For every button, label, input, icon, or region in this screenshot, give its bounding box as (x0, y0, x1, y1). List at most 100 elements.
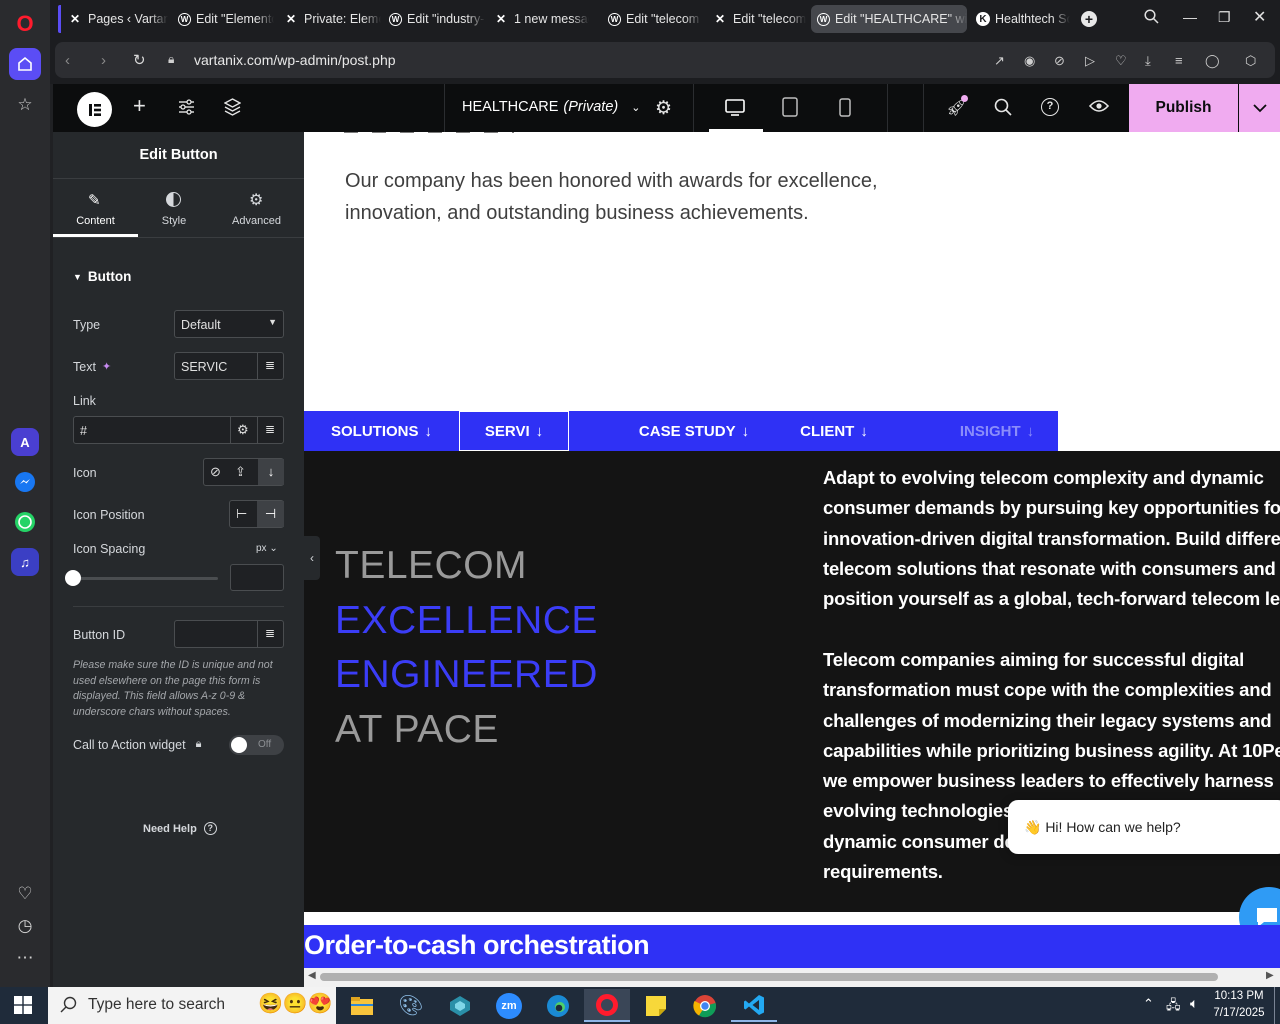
desktop-view-icon[interactable] (725, 99, 745, 121)
page-title-dropdown[interactable]: HEALTHCARE (Private) ⌄ (462, 99, 640, 117)
show-desktop-button[interactable] (1274, 987, 1275, 1024)
browser-tab[interactable]: K Healthtech So (970, 5, 1070, 33)
clock[interactable]: 10:13 PM 7/17/2025 (1208, 988, 1270, 1022)
sticky-notes-icon[interactable] (633, 989, 679, 1022)
download-icon[interactable]: ⤓ (1145, 53, 1151, 69)
browser-tab[interactable]: W Edit "Elementor (172, 5, 274, 33)
close-window-icon[interactable]: ✕ (1253, 7, 1266, 27)
browser-tab[interactable]: W Edit "telecom (602, 5, 702, 33)
ai-sparkle-icon[interactable]: ✦ (102, 360, 111, 374)
help-icon[interactable]: ? (1041, 98, 1059, 116)
new-tab-button[interactable]: + (1081, 11, 1097, 27)
whatsapp-icon[interactable] (11, 508, 39, 536)
heart-icon[interactable]: ♡ (9, 878, 41, 910)
easy-setup-icon[interactable]: ≡ (1175, 53, 1183, 68)
link-input[interactable]: # ⚙︎ ≣ (73, 416, 284, 444)
browser-tab[interactable]: ✕ 1 new messag (487, 5, 589, 33)
nav-button-services-selected[interactable]: SERVI ↓ (459, 411, 569, 451)
reload-icon[interactable]: ↻ (133, 51, 146, 69)
forward-icon[interactable]: › (101, 52, 106, 69)
nav-button-case-study[interactable]: CASE STUDY ↓ (634, 411, 754, 451)
file-explorer-icon[interactable] (339, 989, 385, 1022)
unit-selector[interactable]: px ⌄ (256, 543, 278, 554)
edge-browser-icon[interactable] (535, 989, 581, 1022)
back-icon[interactable]: ‹ (65, 52, 70, 69)
search-tabs-icon[interactable] (1144, 9, 1159, 27)
browser-tab[interactable]: ✕ Edit "telecom (706, 5, 806, 33)
nav-button-client[interactable]: CLIENT ↓ (794, 411, 874, 451)
tab-advanced[interactable]: ⚙︎ Advanced (213, 180, 300, 237)
elementor-logo-icon[interactable] (77, 92, 112, 127)
add-element-icon[interactable]: + (133, 95, 146, 117)
spacing-slider-track[interactable] (73, 577, 218, 580)
vscode-app-icon[interactable] (731, 989, 777, 1022)
need-help-link[interactable]: Need Help ? (143, 822, 217, 835)
nav-button-insight[interactable]: INSIGHT ↓ (952, 411, 1042, 451)
tab-content[interactable]: ✎ Content (53, 180, 138, 237)
history-icon[interactable]: ◷ (9, 910, 41, 942)
adblock-icon[interactable]: ⊘ (1054, 53, 1065, 69)
minimize-icon[interactable]: — (1183, 9, 1197, 25)
star-icon[interactable]: ☆ (9, 89, 41, 121)
structure-layers-icon[interactable] (223, 98, 242, 121)
mobile-view-icon[interactable] (839, 98, 851, 122)
dynamic-tags-icon[interactable]: ≣ (265, 626, 275, 640)
upload-icon-button[interactable]: ⇪ (235, 464, 246, 480)
zoom-app-icon[interactable]: zm (486, 989, 532, 1022)
opera-browser-icon[interactable] (584, 989, 630, 1022)
search-icon[interactable] (994, 98, 1012, 121)
site-settings-icon[interactable] (178, 99, 195, 120)
section-toggle-button[interactable]: ▼ Button (73, 269, 131, 284)
scroll-right-icon[interactable]: ▶ (1266, 970, 1274, 981)
paint-app-icon[interactable]: 🎨︎ (388, 989, 434, 1022)
music-icon[interactable]: ♫ (11, 548, 39, 576)
browser-tab[interactable]: ✕ Pages ‹ Vartan (58, 5, 168, 33)
share-icon[interactable]: ↗ (994, 53, 1005, 69)
page-settings-gear-icon[interactable]: ⚙︎ (655, 97, 672, 120)
network-icon[interactable]: 🖧︎ (1166, 996, 1181, 1018)
publish-button[interactable]: Publish (1129, 84, 1238, 132)
gem-app-icon[interactable] (437, 989, 483, 1022)
preview-eye-icon[interactable] (1088, 99, 1110, 118)
heart-icon[interactable]: ♡ (1115, 53, 1127, 69)
home-icon[interactable] (9, 48, 41, 80)
tablet-view-icon[interactable] (782, 97, 798, 122)
browser-tab[interactable]: ✕ Private: Eleme (277, 5, 381, 33)
taskbar-search-box[interactable]: Type here to search 😆😐😍 (48, 987, 336, 1024)
spacing-number-input[interactable] (230, 564, 284, 591)
aria-icon[interactable]: A (11, 428, 39, 456)
type-select[interactable]: Default ▼ (174, 310, 284, 338)
horizontal-scrollbar[interactable]: ◀ ▶ (304, 968, 1280, 987)
windows-start-icon[interactable] (14, 996, 32, 1019)
messenger-icon[interactable] (11, 468, 39, 496)
spacing-slider-handle[interactable] (65, 570, 81, 586)
button-id-input[interactable]: ≣ (174, 620, 284, 648)
dynamic-tags-icon[interactable]: ≣ (265, 422, 275, 436)
volume-icon[interactable]: 🔈︎ (1190, 995, 1198, 1012)
chrome-browser-icon[interactable] (682, 989, 728, 1022)
browser-tab[interactable]: W Edit "industry- (383, 5, 485, 33)
publish-options-button[interactable] (1239, 84, 1280, 132)
scroll-left-icon[interactable]: ◀ (308, 970, 316, 981)
extension-cube-icon[interactable]: ⬡ (1245, 53, 1256, 69)
tab-style[interactable]: Style (138, 180, 210, 237)
arrow-down-icon[interactable]: ↓ (258, 459, 284, 485)
opera-logo-icon[interactable]: O (9, 8, 41, 40)
maximize-icon[interactable]: ❐ (1218, 9, 1231, 26)
icon-position-after-icon[interactable]: ⊣ (257, 501, 284, 527)
browser-tab-active[interactable]: W Edit "HEALTHCARE" with (811, 5, 967, 33)
icon-position-before-icon[interactable]: ⊢ (236, 506, 247, 522)
dynamic-tags-icon[interactable]: ≣ (265, 358, 275, 372)
text-input[interactable]: SERVIC ≣ (174, 352, 284, 380)
link-options-gear-icon[interactable]: ⚙︎ (237, 422, 249, 438)
camera-icon[interactable]: ◉ (1024, 53, 1035, 69)
profile-icon[interactable]: ◯ (1205, 53, 1220, 69)
no-icon-button[interactable]: ⊘ (210, 464, 221, 480)
show-hidden-icons-chevron-icon[interactable]: ⌃ (1143, 996, 1154, 1012)
chat-welcome-bubble[interactable]: 👋 Hi! How can we help? (1008, 800, 1280, 854)
cta-toggle[interactable]: Off (229, 735, 284, 755)
nav-button-solutions[interactable]: SOLUTIONS ↓ (304, 411, 459, 451)
scrollbar-thumb[interactable] (320, 973, 1218, 981)
flow-icon[interactable]: ▷ (1085, 53, 1095, 69)
collapse-panel-button[interactable]: ‹ (304, 536, 320, 580)
